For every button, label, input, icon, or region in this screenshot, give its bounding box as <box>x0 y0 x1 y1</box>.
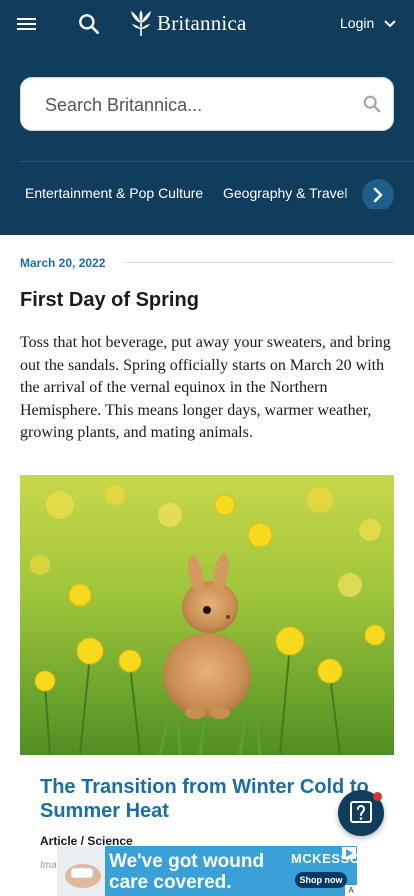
search-input[interactable] <box>43 89 347 121</box>
category-next-button[interactable] <box>362 179 394 209</box>
search-icon[interactable] <box>76 11 102 37</box>
logo-text: Britannica <box>157 10 247 35</box>
article-title: First Day of Spring <box>20 289 199 311</box>
ad-headline-1: We've got wound <box>109 851 265 872</box>
card-title[interactable]: The Transition from Winter Cold to Summe… <box>40 775 380 823</box>
ad-shop-button[interactable]: Shop now <box>295 872 347 888</box>
top-header: Britannica Login <box>0 0 414 47</box>
advertisement-banner[interactable]: We've got wound care covered. MCKESSON S… <box>57 846 357 896</box>
ad-choices-icon[interactable] <box>342 847 356 859</box>
ad-headline-2: care covered. <box>109 872 232 893</box>
notification-dot <box>373 792 382 801</box>
band-divider <box>20 161 414 162</box>
chevron-right-icon <box>373 187 383 203</box>
image-credit: Ima <box>40 860 57 871</box>
category-geography[interactable]: Geography & Travel <box>223 185 348 201</box>
category-nav: Entertainment & Pop Culture Geography & … <box>0 179 414 209</box>
article-date: March 20, 2022 <box>20 256 106 270</box>
category-entertainment[interactable]: Entertainment & Pop Culture <box>25 185 203 201</box>
date-divider <box>123 262 394 263</box>
britannica-logo[interactable]: Britannica <box>126 8 246 38</box>
ad-hand-image <box>57 846 105 896</box>
search-box[interactable] <box>20 77 394 131</box>
search-band: Entertainment & Pop Culture Geography & … <box>0 47 414 235</box>
menu-icon[interactable] <box>14 12 42 36</box>
login-button[interactable]: Login <box>340 15 374 31</box>
chevron-down-icon[interactable] <box>383 17 397 31</box>
thistle-logo-icon <box>131 10 151 36</box>
bunny-image[interactable] <box>20 475 394 755</box>
article-body: Toss that hot beverage, put away your sw… <box>20 334 391 441</box>
search-submit-icon[interactable] <box>361 93 383 115</box>
ad-close-icon[interactable]: A <box>345 885 357 896</box>
bunny-meadow-illustration <box>20 475 394 755</box>
